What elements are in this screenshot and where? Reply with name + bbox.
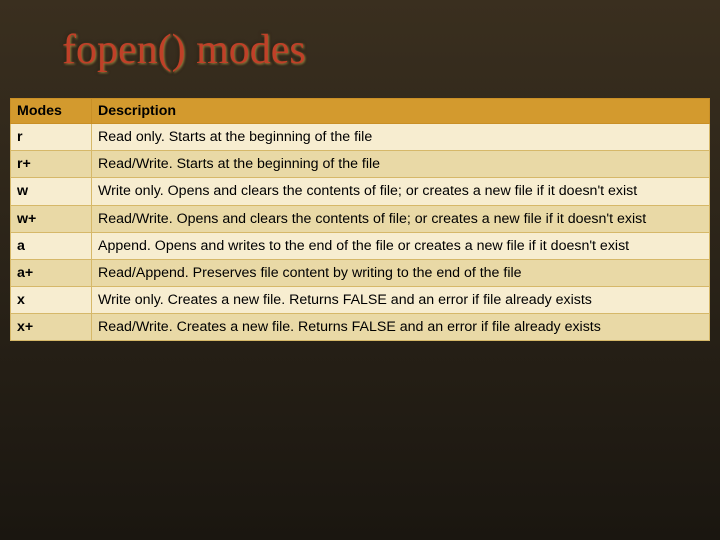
table-row: r Read only. Starts at the beginning of … bbox=[11, 124, 710, 151]
table-header-row: Modes Description bbox=[11, 99, 710, 124]
cell-desc: Read/Append. Preserves file content by w… bbox=[92, 259, 710, 286]
table-row: x+ Read/Write. Creates a new file. Retur… bbox=[11, 314, 710, 341]
table-row: r+ Read/Write. Starts at the beginning o… bbox=[11, 151, 710, 178]
cell-desc: Read only. Starts at the beginning of th… bbox=[92, 124, 710, 151]
col-header-modes: Modes bbox=[11, 99, 92, 124]
cell-mode: x+ bbox=[11, 314, 92, 341]
modes-table: Modes Description r Read only. Starts at… bbox=[10, 98, 710, 341]
cell-mode: a+ bbox=[11, 259, 92, 286]
table-row: x Write only. Creates a new file. Return… bbox=[11, 287, 710, 314]
cell-desc: Read/Write. Starts at the beginning of t… bbox=[92, 151, 710, 178]
cell-mode: a bbox=[11, 232, 92, 259]
slide-title: fopen() modes bbox=[0, 0, 720, 74]
col-header-description: Description bbox=[92, 99, 710, 124]
cell-mode: r bbox=[11, 124, 92, 151]
cell-desc: Append. Opens and writes to the end of t… bbox=[92, 232, 710, 259]
cell-desc: Write only. Opens and clears the content… bbox=[92, 178, 710, 205]
table-row: w+ Read/Write. Opens and clears the cont… bbox=[11, 205, 710, 232]
cell-mode: w+ bbox=[11, 205, 92, 232]
cell-desc: Read/Write. Creates a new file. Returns … bbox=[92, 314, 710, 341]
cell-mode: w bbox=[11, 178, 92, 205]
cell-desc: Read/Write. Opens and clears the content… bbox=[92, 205, 710, 232]
cell-mode: x bbox=[11, 287, 92, 314]
cell-mode: r+ bbox=[11, 151, 92, 178]
table-row: w Write only. Opens and clears the conte… bbox=[11, 178, 710, 205]
cell-desc: Write only. Creates a new file. Returns … bbox=[92, 287, 710, 314]
table-row: a+ Read/Append. Preserves file content b… bbox=[11, 259, 710, 286]
table-row: a Append. Opens and writes to the end of… bbox=[11, 232, 710, 259]
